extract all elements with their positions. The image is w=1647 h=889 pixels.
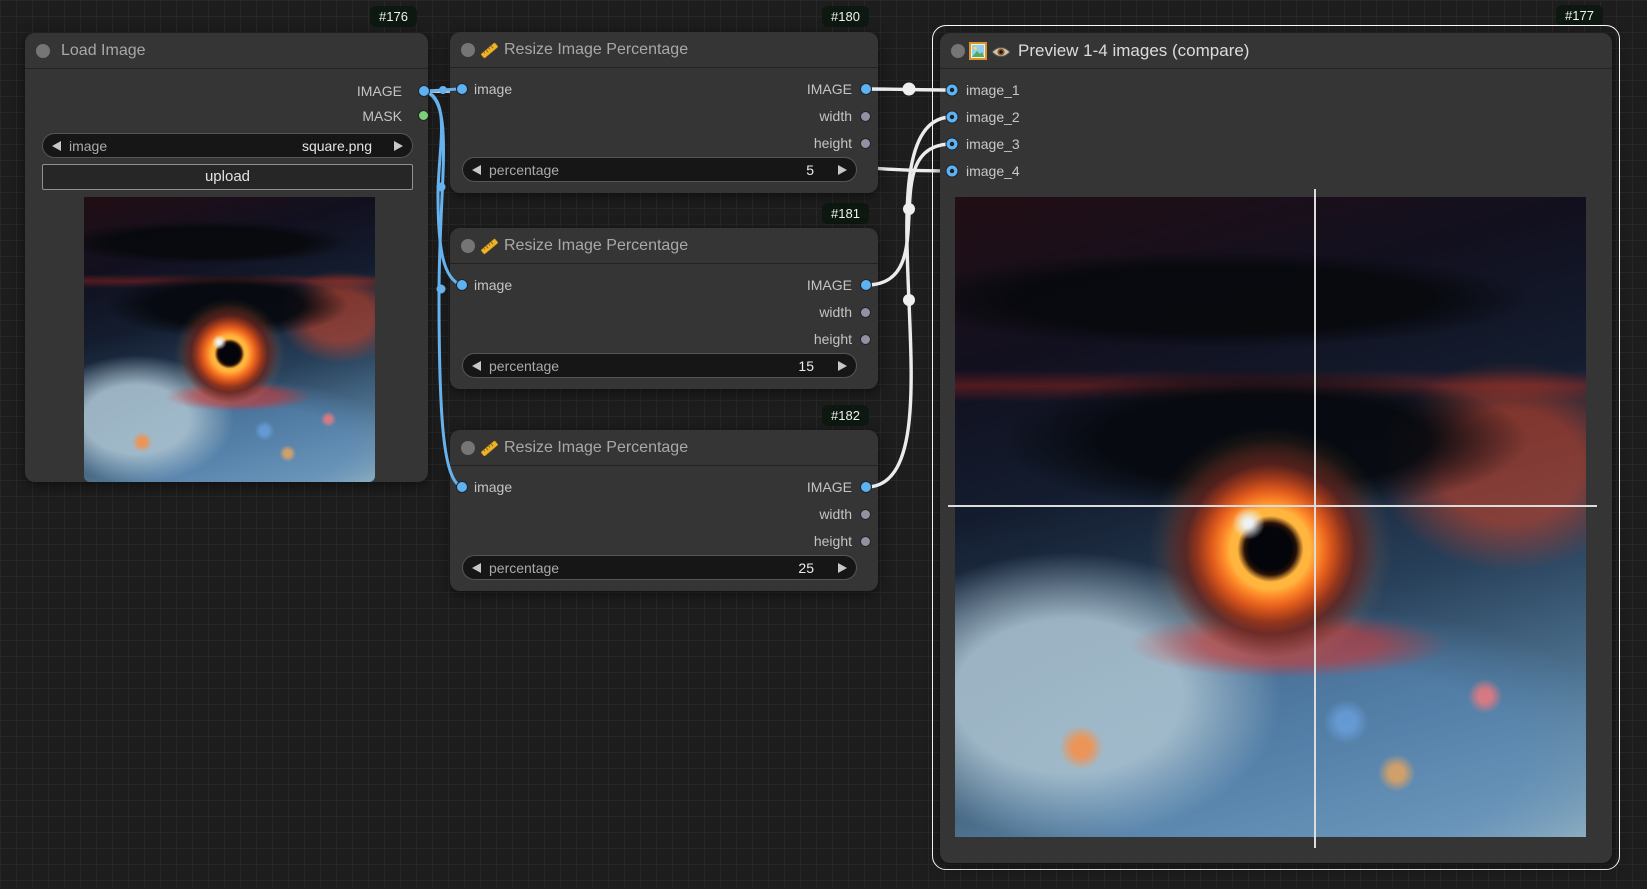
node-title: Resize Image Percentage bbox=[504, 439, 688, 457]
widget-label: percentage bbox=[489, 162, 559, 178]
output-label-width: width bbox=[819, 304, 852, 320]
output-label-height: height bbox=[814, 533, 852, 549]
node-header[interactable]: Preview 1-4 images (compare) bbox=[940, 33, 1612, 69]
decrement-arrow-icon[interactable] bbox=[472, 563, 481, 573]
combo-value: square.png bbox=[302, 138, 372, 154]
output-label-mask: MASK bbox=[362, 108, 402, 124]
ruler-icon bbox=[480, 41, 499, 60]
height-output-slot[interactable] bbox=[860, 536, 871, 547]
output-label-image: IMAGE bbox=[807, 277, 852, 293]
ruler-icon bbox=[480, 237, 499, 256]
collapse-dot-icon[interactable] bbox=[461, 239, 475, 253]
output-label-height: height bbox=[814, 135, 852, 151]
link-mid-dot bbox=[439, 86, 447, 94]
node-graph-canvas[interactable]: #176 #180 #181 #182 #177 Load Image IMAG… bbox=[0, 0, 1647, 889]
increment-arrow-icon[interactable] bbox=[838, 361, 847, 371]
collapse-dot-icon[interactable] bbox=[461, 441, 475, 455]
node-load-image[interactable]: Load Image IMAGE MASK image square.png u… bbox=[25, 33, 428, 482]
node-title: Resize Image Percentage bbox=[504, 41, 688, 59]
input-label-image: image bbox=[474, 479, 512, 495]
node-id-badge: #180 bbox=[822, 6, 869, 27]
input-label-image: image bbox=[474, 277, 512, 293]
input-label-image-3: image_3 bbox=[966, 136, 1020, 152]
width-output-slot[interactable] bbox=[860, 509, 871, 520]
combo-prev-arrow-icon[interactable] bbox=[52, 141, 61, 151]
output-label-height: height bbox=[814, 331, 852, 347]
node-id-badge: #177 bbox=[1556, 5, 1603, 26]
compare-crosshair-horizontal bbox=[948, 505, 1597, 507]
collapse-dot-icon[interactable] bbox=[36, 44, 50, 58]
output-label-image: IMAGE bbox=[357, 83, 402, 99]
node-title: Preview 1-4 images (compare) bbox=[1018, 41, 1249, 61]
node-id-badge: #176 bbox=[370, 6, 417, 27]
node-header[interactable]: Resize Image Percentage bbox=[450, 32, 878, 68]
increment-arrow-icon[interactable] bbox=[838, 165, 847, 175]
link-mid-dot bbox=[903, 83, 916, 96]
collapse-dot-icon[interactable] bbox=[461, 43, 475, 57]
node-header[interactable]: Load Image bbox=[25, 33, 428, 69]
output-label-image: IMAGE bbox=[807, 81, 852, 97]
widget-value: 25 bbox=[798, 560, 814, 576]
widget-label: percentage bbox=[489, 358, 559, 374]
node-id-badge: #182 bbox=[822, 405, 869, 426]
percentage-widget[interactable]: percentage 5 bbox=[462, 157, 857, 182]
increment-arrow-icon[interactable] bbox=[838, 563, 847, 573]
input-label-image-4: image_4 bbox=[966, 163, 1020, 179]
node-preview-compare[interactable]: Preview 1-4 images (compare) image_1 ima… bbox=[940, 33, 1612, 863]
output-label-width: width bbox=[819, 108, 852, 124]
loaded-image-thumbnail bbox=[84, 197, 375, 482]
collapse-dot-icon[interactable] bbox=[951, 44, 965, 58]
mask-output-slot[interactable] bbox=[418, 110, 429, 121]
combo-next-arrow-icon[interactable] bbox=[394, 141, 403, 151]
upload-button[interactable]: upload bbox=[42, 164, 413, 190]
combo-label: image bbox=[69, 138, 107, 154]
compare-crosshair-vertical bbox=[1314, 189, 1316, 848]
widget-value: 5 bbox=[806, 162, 814, 178]
input-label-image-2: image_2 bbox=[966, 109, 1020, 125]
decrement-arrow-icon[interactable] bbox=[472, 361, 481, 371]
node-title: Resize Image Percentage bbox=[504, 237, 688, 255]
node-id-badge: #181 bbox=[822, 203, 869, 224]
width-output-slot[interactable] bbox=[860, 307, 871, 318]
input-label-image: image bbox=[474, 81, 512, 97]
node-header[interactable]: Resize Image Percentage bbox=[450, 228, 878, 264]
node-resize-image-percentage-2[interactable]: Resize Image Percentage image IMAGE widt… bbox=[450, 228, 878, 389]
input-label-image-1: image_1 bbox=[966, 82, 1020, 98]
node-title: Load Image bbox=[61, 42, 146, 60]
widget-value: 15 bbox=[798, 358, 814, 374]
link-mid-dot bbox=[437, 285, 446, 294]
widget-label: percentage bbox=[489, 560, 559, 576]
node-resize-image-percentage-3[interactable]: Resize Image Percentage image IMAGE widt… bbox=[450, 430, 878, 591]
link-mid-dot bbox=[903, 294, 915, 306]
percentage-widget[interactable]: percentage 15 bbox=[462, 353, 857, 378]
compare-preview-image[interactable] bbox=[955, 197, 1586, 837]
link-mid-dot bbox=[437, 183, 446, 192]
decrement-arrow-icon[interactable] bbox=[472, 165, 481, 175]
image-combo-widget[interactable]: image square.png bbox=[42, 133, 413, 158]
node-header[interactable]: Resize Image Percentage bbox=[450, 430, 878, 466]
node-resize-image-percentage-1[interactable]: Resize Image Percentage image IMAGE widt… bbox=[450, 32, 878, 193]
link-mid-dot bbox=[903, 203, 915, 215]
width-output-slot[interactable] bbox=[860, 111, 871, 122]
height-output-slot[interactable] bbox=[860, 334, 871, 345]
percentage-widget[interactable]: percentage 25 bbox=[462, 555, 857, 580]
output-label-width: width bbox=[819, 506, 852, 522]
eye-icon bbox=[991, 45, 1011, 59]
framed-picture-icon bbox=[969, 42, 987, 60]
output-label-image: IMAGE bbox=[807, 479, 852, 495]
ruler-icon bbox=[480, 439, 499, 458]
height-output-slot[interactable] bbox=[860, 138, 871, 149]
